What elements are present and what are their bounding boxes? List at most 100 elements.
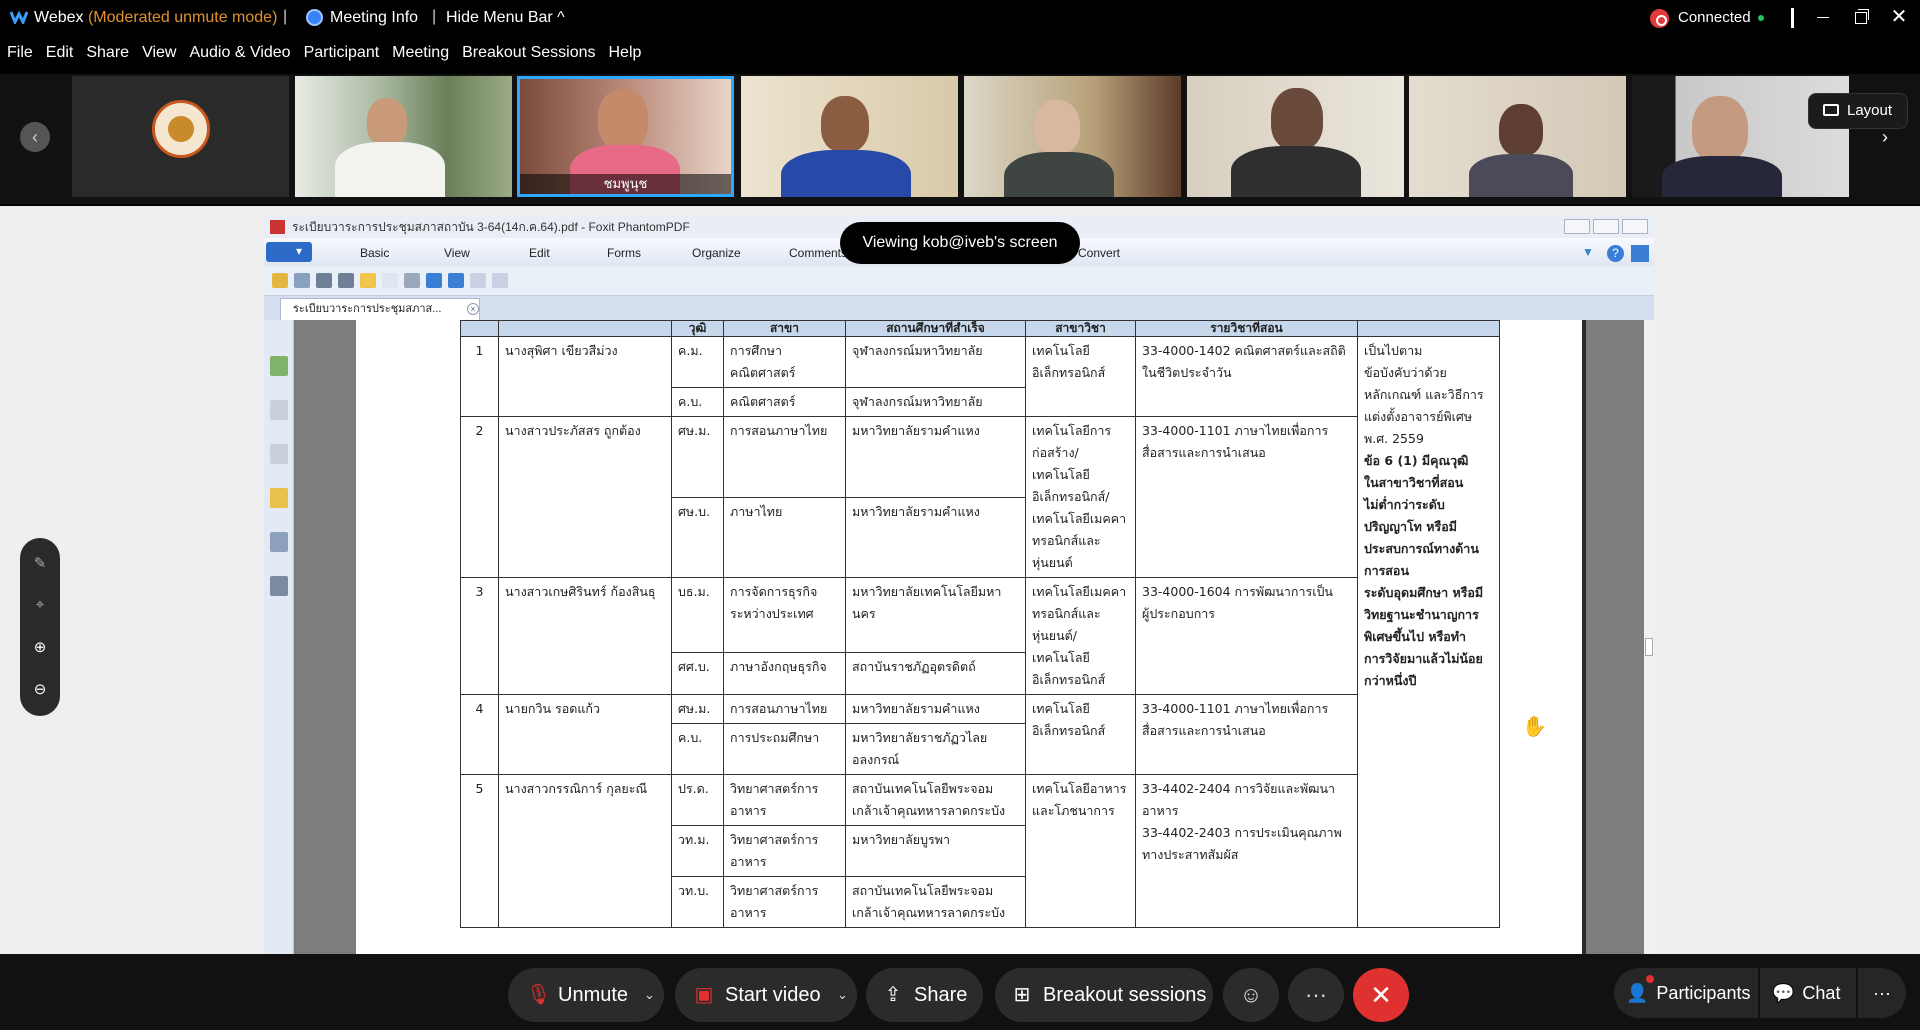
- viewing-screen-banner[interactable]: Viewing kob@iveb's screen: [840, 222, 1080, 264]
- menu-breakout-sessions[interactable]: Breakout Sessions: [462, 44, 595, 70]
- institution: มหาวิทยาลัยรามคำแหง: [845, 694, 1026, 724]
- more-panels-icon[interactable]: ···: [1858, 968, 1906, 1018]
- app-title: Webex (Moderated unmute mode): [34, 9, 278, 26]
- menu-share[interactable]: Share: [86, 44, 129, 70]
- restore-button[interactable]: [1593, 219, 1619, 234]
- breakout-sessions-button[interactable]: ⊞ Breakout sessions: [995, 968, 1213, 1022]
- table-header: [1357, 320, 1500, 337]
- major: เทคโนโลยีการ ก่อสร้าง/เทคโนโลยี อิเล็กทรอน…: [1025, 416, 1136, 578]
- close-tab-icon[interactable]: ×: [467, 303, 479, 315]
- close-button[interactable]: [1622, 219, 1648, 234]
- forward-icon[interactable]: [448, 273, 464, 288]
- signatures-icon[interactable]: [270, 576, 288, 596]
- pages-icon[interactable]: [270, 400, 288, 420]
- degree: ศษ.ม.: [671, 694, 724, 724]
- participants-icon: 👤: [1626, 983, 1649, 1003]
- video-tile[interactable]: [741, 76, 958, 197]
- unmute-button[interactable]: 🎙 Unmute ⌄: [508, 968, 664, 1022]
- print-icon[interactable]: [316, 273, 332, 288]
- foxit-quick-toolbar: [264, 266, 1654, 296]
- ribbon-tab-view[interactable]: View: [444, 246, 470, 260]
- comments-icon[interactable]: [270, 488, 288, 508]
- hide-menu-bar-button[interactable]: Hide Menu Bar ^: [446, 9, 565, 27]
- field: การสอนภาษาไทย: [723, 694, 846, 724]
- menu-help[interactable]: Help: [609, 44, 642, 70]
- ribbon-tab-edit[interactable]: Edit: [529, 246, 550, 260]
- document-tab[interactable]: ระเบียบวาระการประชุมสภาส... ×: [280, 298, 480, 320]
- minimize-button[interactable]: [1564, 219, 1590, 234]
- connection-status[interactable]: Connected: [1678, 9, 1751, 26]
- redo-icon[interactable]: [492, 273, 508, 288]
- video-tile-active[interactable]: ชมพูนุช: [517, 76, 734, 197]
- table-row: 5 นางสาวกรรณิการ์ กุลยะณี ปร.ด. วิทยาศาสตร์…: [460, 774, 1500, 928]
- ribbon-tab-organize[interactable]: Organize: [692, 246, 741, 260]
- bookmarks-icon[interactable]: [270, 356, 288, 376]
- video-tile[interactable]: [1187, 76, 1404, 197]
- undo-icon[interactable]: [470, 273, 486, 288]
- menu-meeting[interactable]: Meeting: [392, 44, 449, 70]
- chevron-down-icon[interactable]: ▼: [1582, 245, 1594, 259]
- vertical-scrollbar[interactable]: [1644, 320, 1654, 954]
- chevron-down-icon[interactable]: ⌄: [644, 968, 655, 1022]
- menu-edit[interactable]: Edit: [46, 44, 74, 70]
- expand-icon[interactable]: [1631, 245, 1649, 262]
- minimize-button[interactable]: [1808, 5, 1838, 29]
- meeting-info-button[interactable]: Meeting Info: [330, 9, 418, 27]
- scrollbar-thumb[interactable]: [1645, 638, 1653, 656]
- title-bar: Webex (Moderated unmute mode) | Meeting …: [0, 0, 1920, 36]
- page-shadow: [1582, 320, 1586, 954]
- layout-icon: [1823, 104, 1839, 116]
- video-tile[interactable]: [295, 76, 512, 197]
- courses: 33-4402-2404 การวิจัยและพัฒนา อาหาร 33-440…: [1135, 774, 1358, 928]
- annotate-icon[interactable]: ✎: [20, 554, 60, 572]
- video-tile[interactable]: [1409, 76, 1626, 197]
- participants-button[interactable]: 👤 Participants: [1614, 968, 1758, 1018]
- leave-meeting-button[interactable]: ✕: [1353, 968, 1409, 1022]
- more-options-icon[interactable]: ···: [1288, 968, 1344, 1022]
- field: วิทยาศาสตร์การ อาหาร: [723, 876, 846, 928]
- back-icon[interactable]: [426, 273, 442, 288]
- degree: ค.บ.: [671, 723, 724, 775]
- help-icon[interactable]: ?: [1607, 245, 1624, 262]
- open-icon[interactable]: [272, 273, 288, 288]
- video-tile[interactable]: [964, 76, 1181, 197]
- print-preview-icon[interactable]: [338, 273, 354, 288]
- row-number: 2: [460, 416, 499, 578]
- major: เทคโนโลยีอาหาร และโภชนาการ: [1025, 774, 1136, 928]
- start-video-button[interactable]: ▣ Start video ⌄: [675, 968, 857, 1022]
- chevron-right-icon[interactable]: ›: [1870, 122, 1900, 152]
- app-menu-button[interactable]: [266, 242, 312, 262]
- chat-button[interactable]: 💬 Chat: [1760, 968, 1856, 1018]
- layers-icon[interactable]: [270, 444, 288, 464]
- hand-tool-icon[interactable]: [360, 273, 376, 288]
- ribbon-tab-basic[interactable]: Basic: [360, 246, 389, 260]
- reactions-icon[interactable]: ☺: [1223, 968, 1279, 1022]
- ribbon-tab-comments[interactable]: Comments: [789, 246, 847, 260]
- share-button[interactable]: ⇪ Share: [866, 968, 983, 1022]
- zoom-in-icon[interactable]: ⊕: [20, 638, 60, 656]
- menu-view[interactable]: View: [142, 44, 176, 70]
- field: การศึกษา คณิตศาสตร์: [723, 336, 846, 388]
- moderated-mode-label: (Moderated unmute mode): [87, 9, 278, 26]
- menu-participant[interactable]: Participant: [304, 44, 380, 70]
- video-tile[interactable]: [72, 76, 289, 197]
- remote-control-icon[interactable]: ⌖: [20, 596, 60, 613]
- recording-icon[interactable]: [1650, 9, 1669, 28]
- ribbon-tab-forms[interactable]: Forms: [607, 246, 641, 260]
- chevron-left-icon[interactable]: ‹: [20, 122, 50, 152]
- chevron-down-icon[interactable]: ⌄: [837, 968, 848, 1022]
- zoom-out-icon[interactable]: ⊖: [20, 680, 60, 698]
- navigation-pane: [264, 320, 294, 954]
- attachments-icon[interactable]: [270, 532, 288, 552]
- courses: 33-4000-1101 ภาษาไทยเพื่อการ สื่อสารและกา…: [1135, 416, 1358, 578]
- select-tool-icon[interactable]: [382, 273, 398, 288]
- snapshot-icon[interactable]: [404, 273, 420, 288]
- menu-file[interactable]: File: [7, 44, 33, 70]
- degree: วท.บ.: [671, 876, 724, 928]
- close-button[interactable]: ✕: [1884, 5, 1914, 29]
- ribbon-tab-convert[interactable]: Convert: [1078, 246, 1120, 260]
- restore-button[interactable]: [1846, 5, 1876, 29]
- institution: สถาบันเทคโนโลยีพระจอม เกล้าเจ้าคุณทหารลาด…: [845, 876, 1026, 928]
- save-icon[interactable]: [294, 273, 310, 288]
- menu-audio-video[interactable]: Audio & Video: [189, 44, 290, 70]
